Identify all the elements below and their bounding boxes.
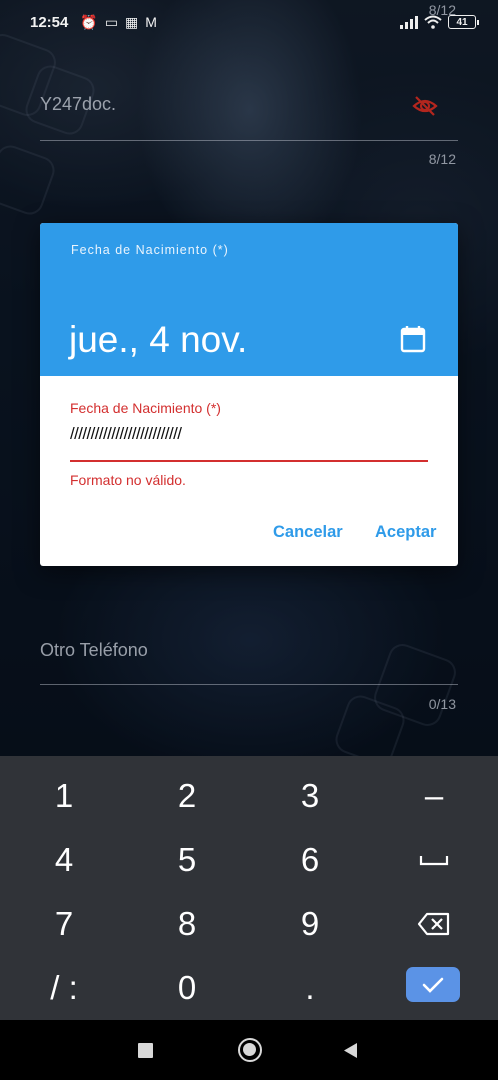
home-button[interactable] [238, 1038, 262, 1062]
password-underline [40, 140, 458, 141]
date-field-label: Fecha de Nacimiento (*) [70, 400, 221, 416]
other-phone-label: Otro Teléfono [40, 640, 148, 660]
space-icon [419, 856, 449, 866]
top-counter: 8/12 [428, 2, 456, 18]
calendar-icon[interactable] [400, 325, 426, 353]
status-time: 12:54 [30, 13, 69, 31]
backspace-icon [417, 912, 450, 936]
key-3[interactable]: 3 [248, 764, 372, 828]
date-picker-dialog: Fecha de Nacimiento (*) jue., 4 nov. [40, 223, 458, 566]
key-6[interactable]: 6 [248, 828, 372, 892]
system-nav-bar [0, 1020, 498, 1080]
recents-button[interactable] [138, 1043, 153, 1058]
home-inner-dot [243, 1043, 256, 1056]
key-4[interactable]: 4 [2, 828, 126, 892]
key-7[interactable]: 7 [2, 892, 126, 956]
dialog-header-label: Fecha de Nacimiento (*) [71, 243, 229, 257]
eye-off-icon[interactable] [412, 94, 438, 118]
key-2[interactable]: 2 [125, 764, 249, 828]
mail-icon: M [145, 14, 157, 30]
key-5[interactable]: 5 [125, 828, 249, 892]
cancel-button[interactable]: Cancelar [273, 523, 343, 542]
date-input-underline [70, 460, 428, 462]
password-field[interactable]: Y247doc. [40, 94, 458, 141]
done-key[interactable] [406, 967, 460, 1002]
key-8[interactable]: 8 [125, 892, 249, 956]
other-phone-underline [40, 684, 458, 685]
key-dot[interactable]: . [248, 956, 372, 1020]
key-space[interactable] [372, 828, 496, 892]
date-error-text: Formato no válido. [70, 472, 186, 488]
status-bar: 12:54 ⏰ ▭ ▦ M 41 [0, 0, 498, 44]
key-minus[interactable]: – [372, 764, 496, 828]
checkmark-icon [422, 977, 444, 993]
password-counter: 8/12 [428, 151, 456, 167]
battery-level: 41 [456, 16, 468, 28]
alarm-icon: ⏰ [80, 13, 98, 30]
password-value: Y247doc. [40, 94, 117, 114]
back-icon[interactable] [342, 1042, 358, 1059]
date-input[interactable]: /////////////////////////// [70, 424, 182, 444]
key-9[interactable]: 9 [248, 892, 372, 956]
key-1[interactable]: 1 [2, 764, 126, 828]
accept-button[interactable]: Aceptar [375, 523, 436, 542]
other-phone-counter: 0/13 [428, 696, 456, 712]
key-backspace[interactable] [372, 892, 496, 956]
other-phone-field[interactable]: Otro Teléfono [40, 640, 458, 685]
key-slash-colon[interactable]: / : [2, 956, 126, 1020]
laptop-icon: ▭ [104, 13, 119, 30]
key-0[interactable]: 0 [125, 956, 249, 1020]
selected-date: jue., 4 nov. [69, 319, 248, 360]
signal-icon [400, 15, 418, 29]
qr-icon: ▦ [125, 13, 139, 30]
dialog-header: Fecha de Nacimiento (*) jue., 4 nov. [40, 223, 458, 376]
